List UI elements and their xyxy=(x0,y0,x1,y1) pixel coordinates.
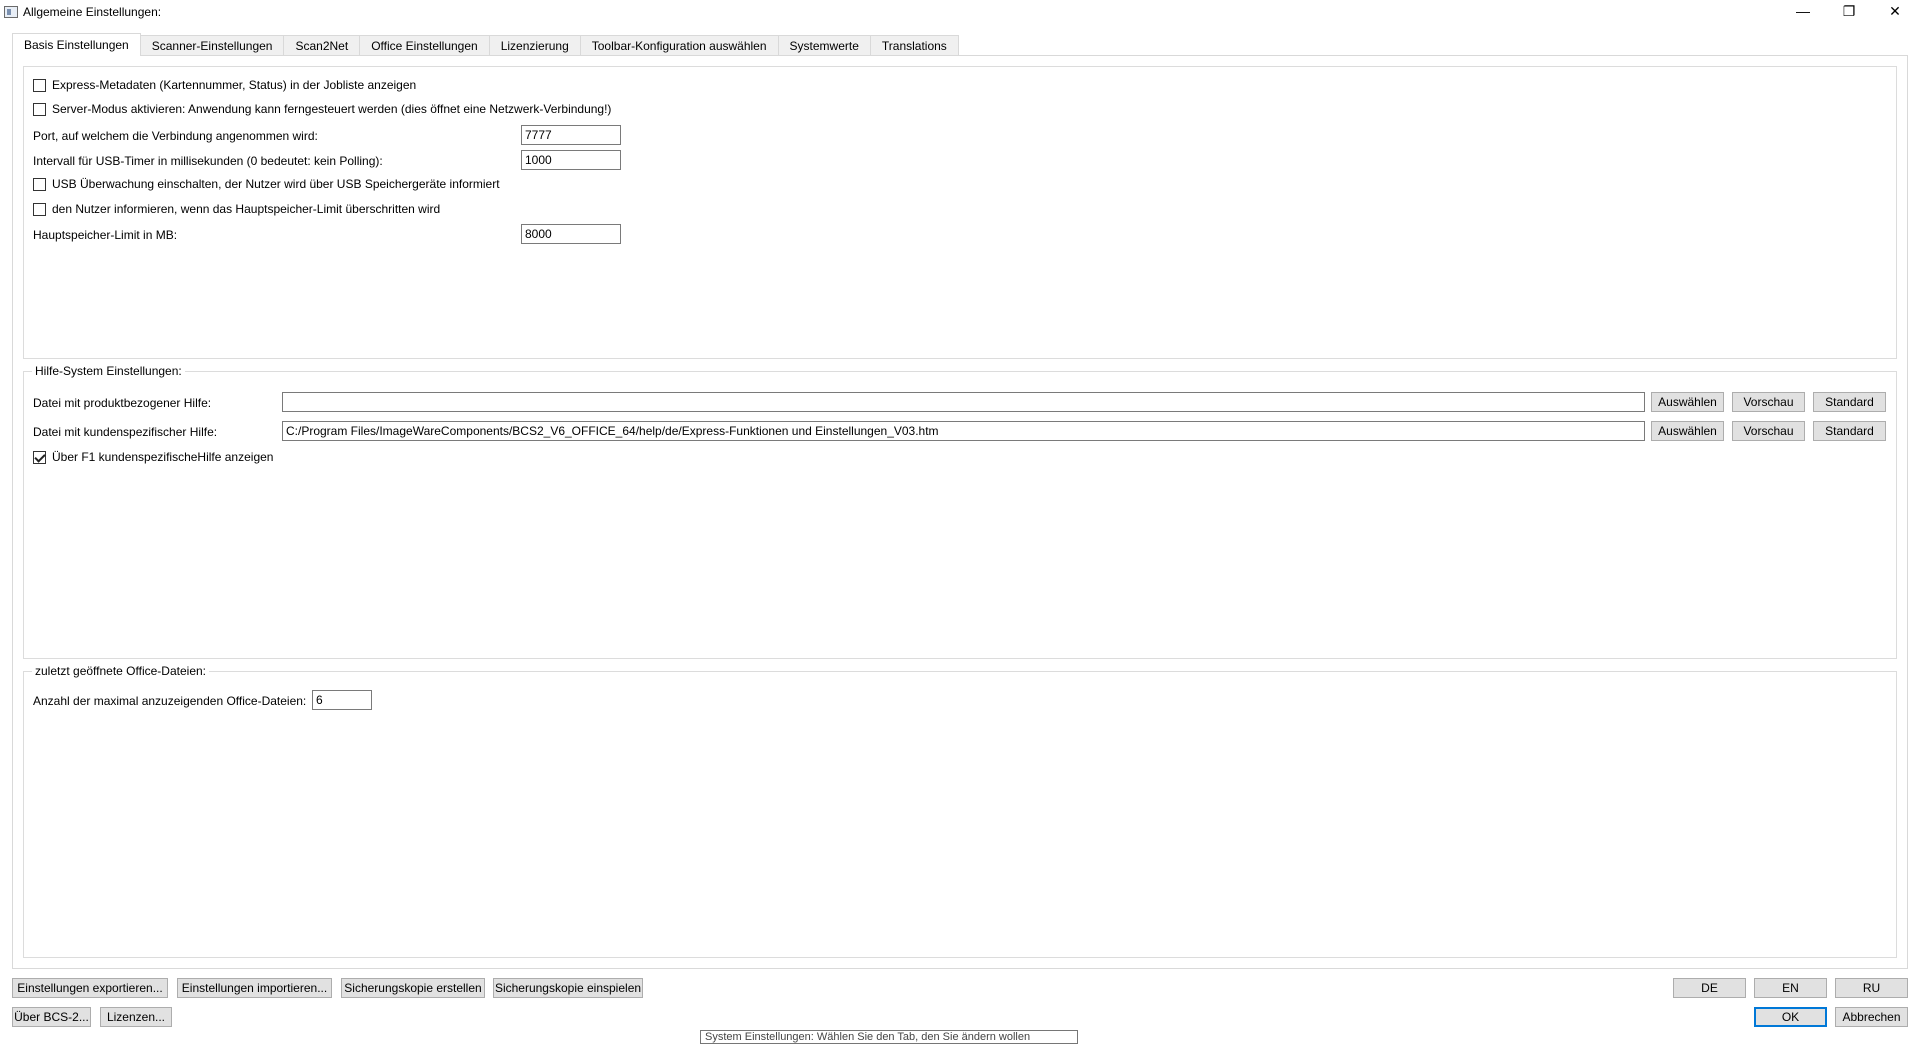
memory-notify-checkbox[interactable] xyxy=(33,202,46,216)
language-de-button[interactable]: DE xyxy=(1673,978,1746,998)
tab-systemwerte[interactable]: Systemwerte xyxy=(777,35,871,56)
tab-pane-basis: Express-Metadaten (Kartennummer, Status)… xyxy=(12,55,1908,969)
f1-help-checkbox[interactable] xyxy=(33,450,46,464)
cancel-button[interactable]: Abbrechen xyxy=(1835,1007,1908,1027)
tab-lizenzierung[interactable]: Lizenzierung xyxy=(488,35,581,56)
memory-notify-label: den Nutzer informieren, wenn das Hauptsp… xyxy=(52,202,441,216)
max-office-files-input[interactable]: 6 xyxy=(312,690,372,710)
language-en-button[interactable]: EN xyxy=(1754,978,1827,998)
server-mode-checkbox[interactable] xyxy=(33,102,46,116)
close-button[interactable]: ✕ xyxy=(1872,0,1918,22)
restore-button[interactable]: ❐ xyxy=(1826,0,1872,22)
usb-monitor-checkbox[interactable] xyxy=(33,177,46,191)
language-ru-button[interactable]: RU xyxy=(1835,978,1908,998)
office-group-title: zuletzt geöffnete Office-Dateien: xyxy=(32,664,209,678)
tab-scan2net[interactable]: Scan2Net xyxy=(283,35,361,56)
max-office-files-label: Anzahl der maximal anzuzeigenden Office-… xyxy=(33,694,307,708)
port-label: Port, auf welchem die Verbindung angenom… xyxy=(33,129,318,143)
export-settings-button[interactable]: Einstellungen exportieren... xyxy=(12,978,168,998)
express-metadata-option[interactable]: Express-Metadaten (Kartennummer, Status)… xyxy=(33,78,416,92)
f1-help-label: Über F1 kundenspezifischeHilfe anzeigen xyxy=(52,450,274,464)
status-tooltip: System Einstellungen: Wählen Sie den Tab… xyxy=(700,1030,1078,1044)
minimize-button[interactable]: — xyxy=(1780,0,1826,22)
customer-help-label: Datei mit kundenspezifischer Hilfe: xyxy=(33,425,218,439)
tab-translations[interactable]: Translations xyxy=(869,35,959,56)
app-icon xyxy=(4,6,18,18)
server-mode-label: Server-Modus aktivieren: Anwendung kann … xyxy=(52,102,612,116)
usb-interval-label: Intervall für USB-Timer in millisekunden… xyxy=(33,154,383,168)
product-help-select-button[interactable]: Auswählen xyxy=(1651,392,1724,412)
basic-settings-group: Express-Metadaten (Kartennummer, Status)… xyxy=(23,66,1897,359)
restore-backup-button[interactable]: Sicherungskopie einspielen xyxy=(493,978,643,998)
f1-help-option[interactable]: Über F1 kundenspezifischeHilfe anzeigen xyxy=(33,450,273,464)
create-backup-button[interactable]: Sicherungskopie erstellen xyxy=(341,978,485,998)
customer-help-input[interactable]: C:/Program Files/ImageWareComponents/BCS… xyxy=(282,421,1645,441)
express-metadata-label: Express-Metadaten (Kartennummer, Status)… xyxy=(52,78,417,92)
tab-office-einstellungen[interactable]: Office Einstellungen xyxy=(359,35,490,56)
product-help-default-button[interactable]: Standard xyxy=(1813,392,1886,412)
tab-toolbar-konfiguration[interactable]: Toolbar-Konfiguration auswählen xyxy=(579,35,779,56)
tab-bar: Basis Einstellungen Scanner-Einstellunge… xyxy=(12,33,959,56)
usb-interval-input[interactable]: 1000 xyxy=(521,150,621,170)
office-recent-group: zuletzt geöffnete Office-Dateien: Anzahl… xyxy=(23,664,1897,958)
usb-monitor-option[interactable]: USB Überwachung einschalten, der Nutzer … xyxy=(33,177,500,191)
window-title: Allgemeine Einstellungen: xyxy=(23,5,162,19)
port-input[interactable]: 7777 xyxy=(521,125,621,145)
memory-limit-label: Hauptspeicher-Limit in MB: xyxy=(33,228,178,242)
express-metadata-checkbox[interactable] xyxy=(33,78,46,92)
product-help-preview-button[interactable]: Vorschau xyxy=(1732,392,1805,412)
customer-help-select-button[interactable]: Auswählen xyxy=(1651,421,1724,441)
ok-button[interactable]: OK xyxy=(1754,1007,1827,1027)
about-button[interactable]: Über BCS-2... xyxy=(12,1007,91,1027)
licenses-button[interactable]: Lizenzen... xyxy=(100,1007,172,1027)
help-group-title: Hilfe-System Einstellungen: xyxy=(32,364,185,378)
tab-scanner-einstellungen[interactable]: Scanner-Einstellungen xyxy=(139,35,285,56)
tab-basis-einstellungen[interactable]: Basis Einstellungen xyxy=(12,33,141,56)
import-settings-button[interactable]: Einstellungen importieren... xyxy=(177,978,332,998)
customer-help-default-button[interactable]: Standard xyxy=(1813,421,1886,441)
title-bar: Allgemeine Einstellungen: — ❐ ✕ xyxy=(0,0,1920,24)
usb-monitor-label: USB Überwachung einschalten, der Nutzer … xyxy=(52,177,500,191)
server-mode-option[interactable]: Server-Modus aktivieren: Anwendung kann … xyxy=(33,102,611,116)
memory-notify-option[interactable]: den Nutzer informieren, wenn das Hauptsp… xyxy=(33,202,440,216)
memory-limit-input[interactable]: 8000 xyxy=(521,224,621,244)
customer-help-preview-button[interactable]: Vorschau xyxy=(1732,421,1805,441)
help-settings-group: Hilfe-System Einstellungen: Datei mit pr… xyxy=(23,364,1897,659)
product-help-input[interactable] xyxy=(282,392,1645,412)
product-help-label: Datei mit produktbezogener Hilfe: xyxy=(33,396,212,410)
